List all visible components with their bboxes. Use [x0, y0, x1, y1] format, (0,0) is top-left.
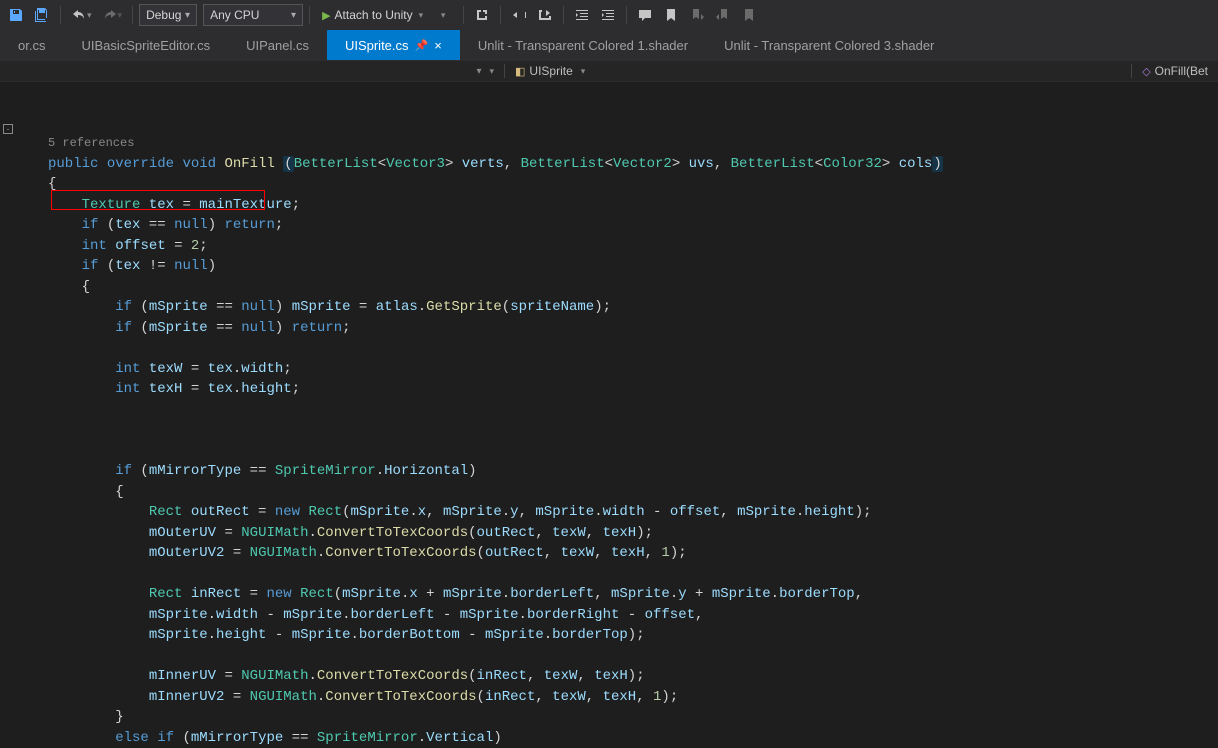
save-icon[interactable]	[4, 3, 28, 27]
main-toolbar: ▾ ▾ Debug Any CPU ▶ Attach to Unity ▾ ▾	[0, 0, 1218, 30]
close-icon[interactable]: ×	[434, 38, 442, 53]
step-icon-1[interactable]	[470, 3, 494, 27]
play-icon: ▶	[322, 9, 330, 22]
tab-0[interactable]: or.cs	[0, 30, 63, 60]
collapse-icon[interactable]: -	[3, 124, 13, 134]
pin-icon[interactable]: 📌	[415, 39, 429, 52]
editor-tabs: or.cs UIBasicSpriteEditor.cs UIPanel.cs …	[0, 30, 1218, 60]
indent-dec-icon[interactable]	[570, 3, 594, 27]
attach-button[interactable]: ▶ Attach to Unity ▾	[316, 3, 429, 27]
code-nav: ▾ ◧ UISprite ◇ OnFill(Bet	[0, 60, 1218, 82]
tab-3[interactable]: UISprite.cs 📌 ×	[327, 30, 460, 60]
save-all-icon[interactable]	[30, 3, 54, 27]
comment-icon[interactable]	[633, 3, 657, 27]
nav-project[interactable]: ▾	[0, 66, 504, 77]
attach-dropdown-icon[interactable]: ▾	[431, 3, 455, 27]
bookmark-next-icon[interactable]	[685, 3, 709, 27]
nav-fwd-icon[interactable]	[533, 3, 557, 27]
indent-inc-icon[interactable]	[596, 3, 620, 27]
bookmark-clear-icon[interactable]	[737, 3, 761, 27]
class-icon: ◧	[515, 65, 525, 78]
bookmark-prev-icon[interactable]	[711, 3, 735, 27]
nav-back-icon[interactable]	[507, 3, 531, 27]
tab-4[interactable]: Unlit - Transparent Colored 1.shader	[460, 30, 706, 60]
references-link[interactable]: 5 references	[48, 136, 134, 150]
config-select[interactable]: Debug	[139, 4, 197, 26]
gutter: -	[0, 82, 18, 705]
code-editor[interactable]: - 5 references public override void OnFi…	[0, 82, 1218, 705]
tab-5[interactable]: Unlit - Transparent Colored 3.shader	[706, 30, 952, 60]
bookmark-icon[interactable]	[659, 3, 683, 27]
nav-class[interactable]: ◧ UISprite	[505, 64, 1131, 78]
tab-1[interactable]: UIBasicSpriteEditor.cs	[63, 30, 228, 60]
undo-icon[interactable]: ▾	[67, 3, 96, 27]
redo-icon[interactable]: ▾	[98, 3, 127, 27]
platform-select[interactable]: Any CPU	[203, 4, 303, 26]
code-area[interactable]: 5 references public override void OnFill…	[18, 82, 1218, 705]
tab-2[interactable]: UIPanel.cs	[228, 30, 327, 60]
method-icon: ◇	[1142, 65, 1150, 78]
nav-method[interactable]: ◇ OnFill(Bet	[1132, 64, 1218, 78]
